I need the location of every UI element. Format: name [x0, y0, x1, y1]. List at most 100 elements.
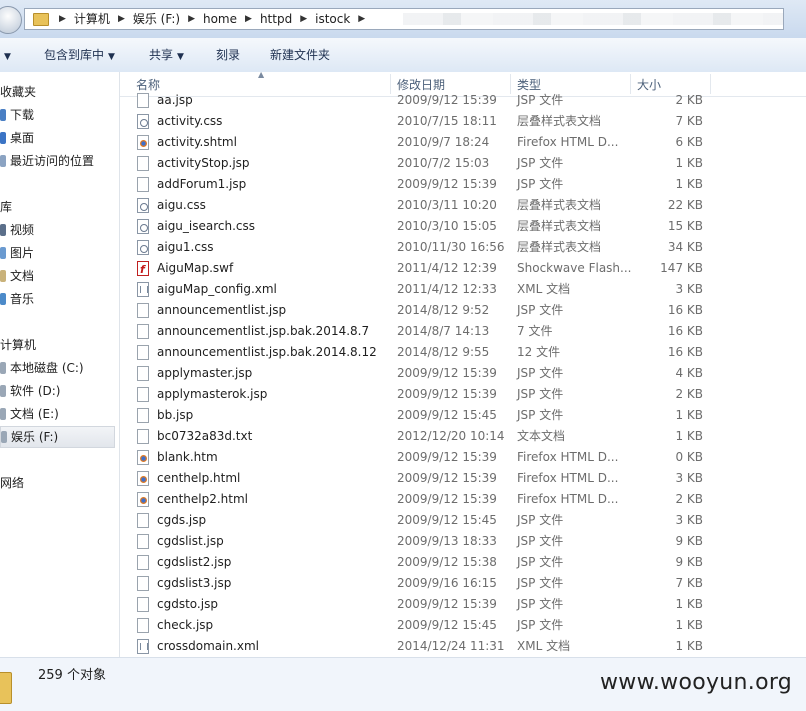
nav-documents-label: 文档 — [10, 269, 35, 283]
file-row[interactable]: bc0732a83d.txt 2012/12/20 10:14 文本文档 1 KB — [120, 426, 806, 447]
chevron-right-icon[interactable]: ▶ — [296, 14, 311, 24]
watermark: www.wooyun.org — [600, 670, 793, 695]
nav-desktop[interactable]: 桌面 — [0, 127, 34, 149]
firefox-html-icon — [137, 135, 149, 150]
file-row[interactable]: crossdomain.xml 2014/12/24 11:31 XML 文档 1 K… — [120, 636, 806, 657]
organize-caret-icon[interactable]: ▼ — [0, 38, 11, 72]
file-row[interactable]: cgdslist.jsp 2009/9/13 18:33 JSP 文件 9 KB — [120, 531, 806, 552]
file-row[interactable]: aigu_isearch.css 2010/3/10 15:05 层叠样式表文档 15… — [120, 216, 806, 237]
command-toolbar: ▼ 包含到库中 ▼ 共享 ▼ 刻录 新建文件夹 — [0, 38, 806, 73]
recent-places-icon — [0, 155, 6, 167]
file-date: 2010/3/11 10:20 — [397, 198, 497, 212]
breadcrumb-drive-f[interactable]: 娱乐 (F:) — [129, 11, 184, 27]
file-row[interactable]: blank.htm 2009/9/12 15:39 Firefox HTML D..… — [120, 447, 806, 468]
file-row[interactable]: applymaster.jsp 2009/9/12 15:39 JSP 文件 4 KB — [120, 363, 806, 384]
file-row[interactable]: applymasterok.jsp 2009/9/12 15:39 JSP 文件 2 … — [120, 384, 806, 405]
css-file-icon — [137, 219, 149, 234]
file-size: 1 KB — [675, 639, 703, 653]
file-row[interactable]: cgds.jsp 2009/9/12 15:45 JSP 文件 3 KB — [120, 510, 806, 531]
file-row[interactable]: cgdslist2.jsp 2009/9/12 15:38 JSP 文件 9 KB — [120, 552, 806, 573]
file-row[interactable]: aiguMap_config.xml 2011/4/12 12:33 XML 文档 3… — [120, 279, 806, 300]
file-row[interactable]: aa.jsp 2009/9/12 15:39 JSP 文件 2 KB — [120, 91, 806, 111]
folder-icon — [33, 12, 49, 26]
file-type: JSP 文件 — [517, 555, 564, 569]
file-size: 34 KB — [667, 240, 703, 254]
address-bar[interactable]: ▶ 计算机 ▶ 娱乐 (F:) ▶ home ▶ httpd ▶ istock … — [24, 8, 784, 30]
file-row[interactable]: announcementlist.jsp.bak.2014.8.7 2014/8/… — [120, 321, 806, 342]
file-row[interactable]: addForum1.jsp 2009/9/12 15:39 JSP 文件 1 KB — [120, 174, 806, 195]
file-row[interactable]: activity.shtml 2010/9/7 18:24 Firefox HTML… — [120, 132, 806, 153]
nav-drive-e[interactable]: 文档 (E:) — [0, 403, 59, 425]
file-size: 16 KB — [667, 345, 703, 359]
file-row[interactable]: AiguMap.swf 2011/4/12 12:39 Shockwave Flas… — [120, 258, 806, 280]
file-name: activity.shtml — [157, 135, 237, 149]
back-button[interactable] — [0, 6, 22, 34]
nav-downloads[interactable]: 下载 — [0, 104, 34, 126]
file-name: aigu_isearch.css — [157, 219, 256, 233]
chevron-right-icon[interactable]: ▶ — [241, 14, 256, 24]
file-type: JSP 文件 — [517, 93, 564, 107]
file-row[interactable]: activityStop.jsp 2010/7/2 15:03 JSP 文件 1 KB — [120, 153, 806, 174]
file-row[interactable]: bb.jsp 2009/9/12 15:45 JSP 文件 1 KB — [120, 405, 806, 426]
file-row[interactable]: announcementlist.jsp.bak.2014.8.12 2014/8… — [120, 342, 806, 363]
file-type: JSP 文件 — [517, 597, 564, 611]
file-row[interactable]: centhelp2.html 2009/9/12 15:39 Firefox HTM… — [120, 489, 806, 510]
firefox-html-icon — [137, 450, 149, 465]
chevron-right-icon[interactable]: ▶ — [184, 14, 199, 24]
music-icon — [0, 293, 6, 305]
file-date: 2009/9/12 15:45 — [397, 513, 497, 527]
file-size: 147 KB — [660, 261, 703, 275]
nav-videos[interactable]: 视频 — [0, 219, 34, 241]
document-icon — [137, 93, 149, 108]
file-type: JSP 文件 — [517, 177, 564, 191]
breadcrumb-httpd[interactable]: httpd — [256, 11, 296, 27]
nav-videos-label: 视频 — [10, 223, 35, 237]
nav-computer[interactable]: 计算机 — [0, 334, 36, 356]
chevron-down-icon: ▼ — [108, 52, 115, 62]
nav-drive-f[interactable]: 娱乐 (F:) — [0, 426, 115, 448]
nav-network[interactable]: 网络 — [0, 472, 24, 494]
nav-pictures[interactable]: 图片 — [0, 242, 34, 264]
file-row[interactable]: centhelp.html 2009/9/12 15:39 Firefox HTML… — [120, 468, 806, 489]
nav-drive-c[interactable]: 本地磁盘 (C:) — [0, 357, 84, 379]
file-name: AiguMap.swf — [157, 261, 234, 275]
file-row[interactable]: aigu.css 2010/3/11 10:20 层叠样式表文档 22 KB — [120, 195, 806, 216]
file-type: JSP 文件 — [517, 576, 564, 590]
file-row[interactable]: aigu1.css 2010/11/30 16:56 层叠样式表文档 34 KB — [120, 237, 806, 258]
file-date: 2014/12/24 11:31 — [397, 639, 505, 653]
document-icon — [137, 555, 149, 570]
share-button[interactable]: 共享 ▼ — [149, 38, 184, 72]
document-icon — [137, 366, 149, 381]
folder-icon — [0, 672, 12, 704]
file-name: cgds.jsp — [157, 513, 207, 527]
nav-documents[interactable]: 文档 — [0, 265, 34, 287]
file-date: 2010/7/2 15:03 — [397, 156, 490, 170]
chevron-right-icon[interactable]: ▶ — [114, 14, 129, 24]
file-name: bb.jsp — [157, 408, 194, 422]
nav-libraries[interactable]: 库 — [0, 196, 12, 218]
include-in-library-button[interactable]: 包含到库中 ▼ — [44, 38, 115, 72]
file-row[interactable]: cgdslist3.jsp 2009/9/16 16:15 JSP 文件 7 KB — [120, 573, 806, 594]
chevron-right-icon[interactable]: ▶ — [354, 14, 369, 24]
file-row[interactable]: check.jsp 2009/9/12 15:45 JSP 文件 1 KB — [120, 615, 806, 636]
file-row[interactable]: announcementlist.jsp 2014/8/12 9:52 JSP 文件… — [120, 300, 806, 321]
file-name: cgdslist2.jsp — [157, 555, 232, 569]
file-date: 2010/7/15 18:11 — [397, 114, 497, 128]
nav-drive-d[interactable]: 软件 (D:) — [0, 380, 60, 402]
breadcrumb-istock[interactable]: istock — [311, 11, 354, 27]
file-date: 2010/3/10 15:05 — [397, 219, 497, 233]
file-date: 2009/9/12 15:39 — [397, 597, 497, 611]
nav-favorites[interactable]: 收藏夹 — [0, 81, 36, 103]
chevron-right-icon[interactable]: ▶ — [55, 14, 70, 24]
file-row[interactable]: activity.css 2010/7/15 18:11 层叠样式表文档 7 KB — [120, 111, 806, 132]
nav-music[interactable]: 音乐 — [0, 288, 34, 310]
file-name: centhelp.html — [157, 471, 241, 485]
file-name: announcementlist.jsp.bak.2014.8.12 — [157, 345, 377, 359]
breadcrumb-computer[interactable]: 计算机 — [70, 11, 114, 27]
file-row[interactable]: cgdsto.jsp 2009/9/12 15:39 JSP 文件 1 KB — [120, 594, 806, 615]
burn-button[interactable]: 刻录 — [216, 38, 240, 72]
breadcrumb-home[interactable]: home — [199, 11, 241, 27]
file-size: 0 KB — [675, 450, 703, 464]
nav-recent[interactable]: 最近访问的位置 — [0, 150, 94, 172]
new-folder-button[interactable]: 新建文件夹 — [270, 38, 330, 72]
